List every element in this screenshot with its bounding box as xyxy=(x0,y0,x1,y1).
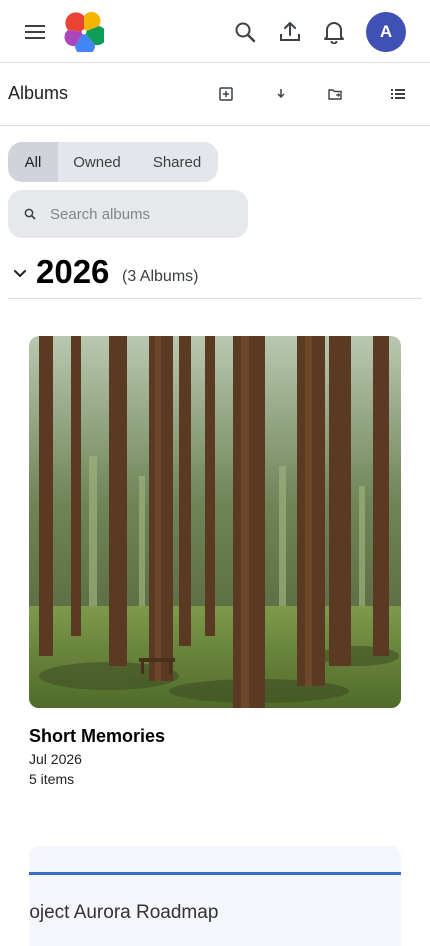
bell-icon[interactable] xyxy=(316,14,352,50)
album-cover-document[interactable]: roject Aurora Roadmap xyxy=(29,846,401,946)
album-cover-image[interactable] xyxy=(29,336,401,708)
document-accent-line xyxy=(29,872,401,875)
section-year: 2026 xyxy=(36,253,110,290)
section-divider xyxy=(8,298,422,299)
album-item-count: 5 items xyxy=(29,771,75,787)
filter-owned[interactable]: Owned xyxy=(58,142,136,182)
search-icon xyxy=(24,208,36,220)
document-preview-title: roject Aurora Roadmap xyxy=(29,902,219,923)
page-title: Albums xyxy=(8,83,69,103)
album-date: Jul 2026 xyxy=(29,751,82,767)
filter-all[interactable]: All xyxy=(8,142,58,182)
filter-shared[interactable]: Shared xyxy=(136,142,218,182)
avatar[interactable]: A xyxy=(366,12,406,52)
pinwheel-logo-icon[interactable] xyxy=(64,11,107,56)
create-album-icon[interactable] xyxy=(211,80,241,108)
move-folder-icon[interactable] xyxy=(320,80,350,108)
chevron-down-icon[interactable] xyxy=(10,264,30,284)
album-filter: All Owned Shared xyxy=(8,142,218,182)
search-icon[interactable] xyxy=(228,15,262,49)
hamburger-menu-icon[interactable] xyxy=(20,18,52,46)
album-title[interactable]: Short Memories xyxy=(29,726,165,747)
upload-icon[interactable] xyxy=(272,14,308,50)
search-albums-input[interactable] xyxy=(48,204,232,224)
section-album-count: (3 Albums) xyxy=(122,268,199,285)
download-icon[interactable] xyxy=(266,80,296,108)
list-view-icon[interactable] xyxy=(383,80,413,108)
search-albums-box xyxy=(8,190,248,238)
